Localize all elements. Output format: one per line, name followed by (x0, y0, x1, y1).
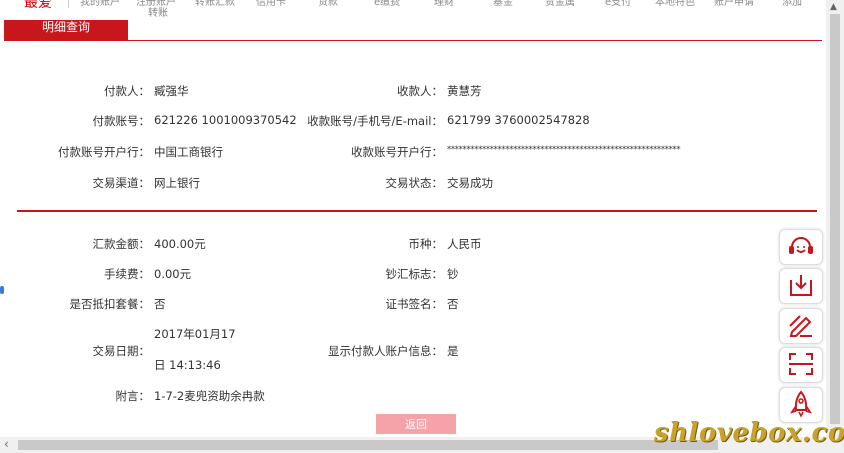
download-button[interactable] (779, 268, 823, 304)
fee-value: 0.00元 (154, 267, 192, 281)
edit-button[interactable] (779, 308, 823, 344)
nav-item-loan[interactable]: 贷款 (318, 0, 338, 8)
payee-account-value: 621799 3760002547828 (447, 113, 590, 127)
customer-service-button[interactable] (779, 229, 823, 265)
nav-item-account-apply[interactable]: 账户申请 (714, 0, 754, 8)
tab-detail-query[interactable]: 明细查询 (4, 20, 128, 40)
nav-item-wealth[interactable]: 理财 (434, 0, 454, 8)
date-value-line1: 2017年01月17 (154, 327, 236, 341)
top-nav: 最爱 我的账户 注册账户 转账 转账汇款 信用卡 贷款 e缴费 理财 基金 贵金… (0, 0, 826, 22)
edge-marker (0, 286, 4, 294)
channel-value: 网上银行 (154, 176, 200, 190)
payer-account-value: 621226 1001009370542 (154, 113, 297, 127)
tab-underline (4, 40, 822, 41)
headset-icon (786, 233, 816, 262)
amount-value: 400.00元 (154, 237, 206, 251)
payee-value: 黄慧芳 (447, 84, 482, 98)
nav-item-precious-metal[interactable]: 贵金属 (545, 0, 575, 8)
nav-item-e-payment[interactable]: e缴费 (374, 0, 400, 8)
payer-bank-value: 中国工商银行 (154, 145, 223, 159)
nav-item-transfer-remit[interactable]: 转账汇款 (195, 0, 235, 8)
payer-account-label: 付款账号： (92, 114, 151, 128)
payee-bank-label: 收款账号开户行： (351, 145, 443, 159)
payer-label: 付款人： (104, 84, 150, 98)
watermark-text: shlovebox.com (654, 418, 844, 448)
cert-value: 否 (447, 297, 459, 311)
show-info-label: 显示付款人账户信息： (328, 344, 443, 358)
nav-divider (68, 0, 69, 8)
payer-bank-label: 付款账号开户行： (58, 145, 150, 159)
amount-label: 汇款金额： (92, 237, 151, 251)
note-value: 1-7-2麦兜资助余冉款 (154, 389, 265, 403)
nav-item-add[interactable]: 添加 (782, 0, 802, 8)
scan-button[interactable] (779, 347, 823, 383)
edit-icon (786, 312, 816, 341)
payee-label: 收款人： (397, 84, 443, 98)
currency-label: 币种： (408, 237, 444, 251)
payee-account-label: 收款账号/手机号/E-mail： (307, 114, 443, 128)
scan-icon (786, 351, 816, 380)
channel-label: 交易渠道： (92, 176, 151, 190)
section-divider (17, 210, 817, 212)
vertical-scrollbar[interactable]: ▲ ▼ (826, 0, 844, 453)
note-label: 附言： (115, 389, 151, 403)
cash-flag-label: 钞汇标志： (385, 267, 444, 281)
payer-value: 臧强华 (154, 84, 189, 98)
cert-label: 证书签名： (385, 297, 444, 311)
nav-item-epay[interactable]: e支付 (605, 0, 631, 8)
status-value: 交易成功 (447, 176, 493, 190)
date-label: 交易日期： (92, 344, 151, 358)
back-button[interactable]: 返回 (376, 414, 456, 434)
nav-logo[interactable]: 最爱 (24, 0, 52, 12)
currency-value: 人民币 (447, 237, 482, 251)
rocket-icon (786, 389, 816, 421)
nav-item-credit-card[interactable]: 信用卡 (256, 0, 286, 8)
payee-bank-value: ****************************************… (447, 144, 681, 154)
vertical-scroll-thumb[interactable] (830, 14, 840, 424)
cash-flag-value: 钞 (447, 267, 459, 281)
horizontal-scroll-thumb[interactable] (18, 440, 718, 450)
status-label: 交易状态： (385, 176, 444, 190)
package-label: 是否抵扣套餐： (69, 297, 151, 311)
nav-subitem-transfer[interactable]: 转账 (148, 4, 168, 19)
nav-item-fund[interactable]: 基金 (493, 0, 513, 8)
date-value-line2: 日 14:13:46 (154, 358, 221, 372)
nav-item-local[interactable]: 本地特色 (655, 0, 695, 8)
show-info-value: 是 (447, 344, 459, 358)
fee-label: 手续费： (104, 267, 150, 281)
scroll-up-icon[interactable]: ▲ (830, 2, 837, 12)
nav-item-my-account[interactable]: 我的账户 (80, 0, 120, 8)
download-icon (786, 272, 816, 301)
package-value: 否 (154, 297, 166, 311)
scroll-left-icon[interactable]: ‹ (4, 437, 9, 451)
